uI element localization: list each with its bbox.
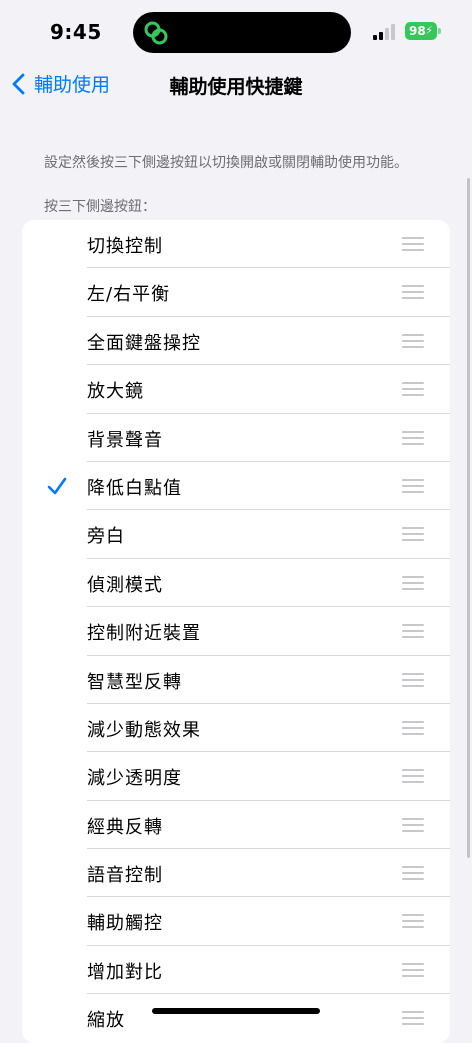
list-item[interactable]: 輔助觸控 <box>22 897 450 947</box>
charging-bolt-icon: ⚡ <box>425 24 433 37</box>
list-item-label: 背景聲音 <box>87 429 163 451</box>
reorder-handle-icon[interactable] <box>402 478 424 493</box>
list-item[interactable]: 左/右平衡 <box>22 268 450 318</box>
status-bar: 9:45 98 ⚡ <box>0 0 472 64</box>
list-item[interactable]: 減少動態效果 <box>22 704 450 753</box>
list-item[interactable]: 放大鏡 <box>22 365 450 414</box>
list-item[interactable]: 控制附近裝置 <box>22 607 450 656</box>
list-item-label: 全面鍵盤操控 <box>87 332 201 354</box>
reorder-handle-icon[interactable] <box>402 817 424 832</box>
link-icon <box>144 21 168 45</box>
list-item-label: 切換控制 <box>87 236 163 257</box>
home-indicator[interactable] <box>152 1008 320 1014</box>
list-item[interactable]: 增加對比 <box>22 946 450 995</box>
list-item-label: 增加對比 <box>87 961 163 983</box>
shortcut-options-list: 切換控制左/右平衡全面鍵盤操控 放大鏡背景聲音降低白點值旁白偵測模式控制附近裝置智… <box>22 220 450 1043</box>
cellular-signal-icon <box>373 24 399 40</box>
reorder-handle-icon[interactable] <box>402 237 424 251</box>
reorder-handle-icon[interactable] <box>402 285 424 300</box>
reorder-handle-icon[interactable] <box>402 527 424 542</box>
reorder-handle-icon[interactable] <box>402 914 424 929</box>
list-item-label: 輔助觸控 <box>87 913 163 935</box>
list-item-label: 智慧型反轉 <box>87 671 182 693</box>
list-item-label: 語音控制 <box>87 865 163 887</box>
section-description: 設定然後按三下側邊按鈕以切換開啟或關閉輔助使用功能。 <box>44 155 408 171</box>
list-item-label: 放大鏡 <box>87 381 144 403</box>
scroll-indicator[interactable] <box>467 178 470 858</box>
list-item-label: 縮放 <box>87 1010 125 1032</box>
checkmark-icon <box>47 477 67 495</box>
battery-cap <box>438 28 441 34</box>
reorder-handle-icon[interactable] <box>402 430 424 445</box>
reorder-handle-icon[interactable] <box>402 672 424 687</box>
list-item-label: 控制附近裝置 <box>87 623 201 645</box>
list-item-label: 減少動態效果 <box>87 719 201 741</box>
reorder-handle-icon[interactable] <box>402 769 424 784</box>
list-item[interactable]: 背景聲音 <box>22 414 450 463</box>
list-item-label: 減少透明度 <box>87 768 182 790</box>
reorder-handle-icon[interactable] <box>402 1011 424 1026</box>
list-item-label: 偵測模式 <box>87 574 163 596</box>
list-item[interactable]: 縮放 <box>22 994 450 1042</box>
list-item[interactable]: 語音控制 <box>22 849 450 898</box>
list-item[interactable]: 降低白點值 <box>22 462 450 511</box>
list-item[interactable]: 偵測模式 <box>22 559 450 608</box>
reorder-handle-icon[interactable] <box>402 962 424 977</box>
reorder-handle-icon[interactable] <box>402 575 424 590</box>
list-item-label: 經典反轉 <box>87 816 163 838</box>
list-item[interactable]: 減少透明度 <box>22 752 450 802</box>
battery-level: 98 <box>409 24 426 38</box>
status-time: 9:45 <box>50 20 102 44</box>
list-item[interactable]: 切換控制 <box>22 220 450 269</box>
dynamic-island <box>133 12 351 53</box>
section-header: 按三下側邊按鈕： <box>44 199 156 215</box>
battery-indicator: 98 ⚡ <box>405 22 437 40</box>
reorder-handle-icon[interactable] <box>402 720 424 735</box>
list-item-label: 左/右平衡 <box>87 284 171 306</box>
list-item[interactable]: 智慧型反轉 <box>22 656 450 705</box>
page-title: 輔助使用快捷鍵 <box>169 76 303 98</box>
reorder-handle-icon[interactable] <box>402 333 424 348</box>
reorder-handle-icon[interactable] <box>402 866 424 881</box>
list-item[interactable]: 旁白 <box>22 510 450 560</box>
navigation-bar: 輔助使用 輔助使用快捷鍵 <box>0 64 472 104</box>
list-item-label: 旁白 <box>87 526 125 548</box>
reorder-handle-icon[interactable] <box>402 382 424 397</box>
list-item[interactable]: 全面鍵盤操控 <box>22 317 450 366</box>
reorder-handle-icon[interactable] <box>402 624 424 639</box>
list-item[interactable]: 經典反轉 <box>22 801 450 850</box>
list-item-label: 降低白點值 <box>87 477 182 499</box>
